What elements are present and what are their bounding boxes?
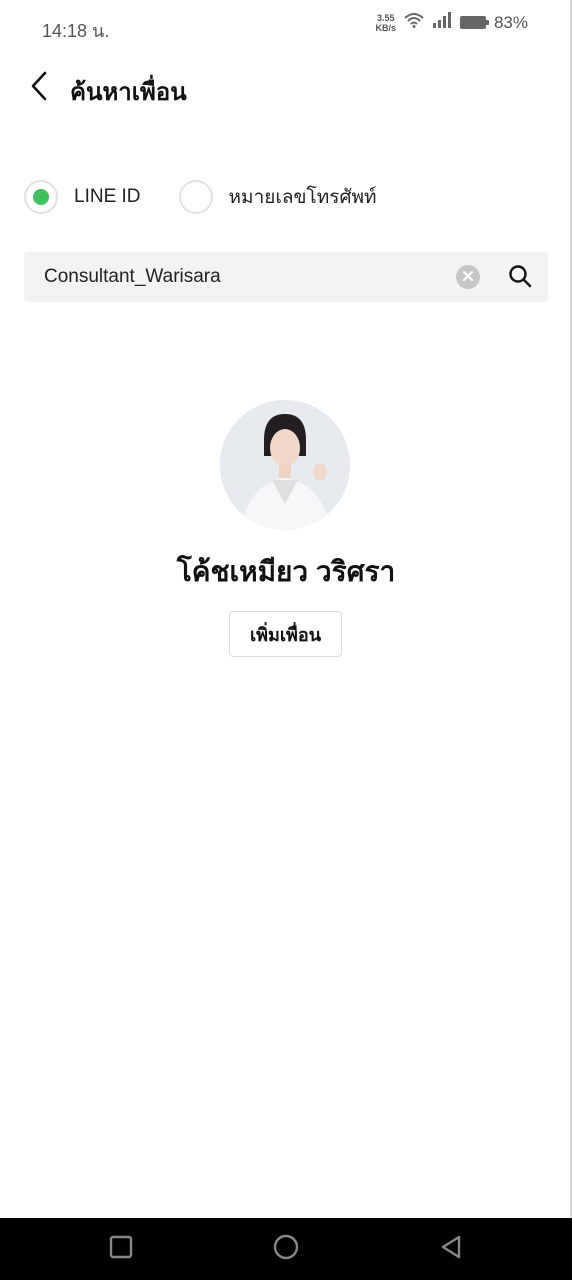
page-title: ค้นหาเพื่อน bbox=[70, 79, 187, 106]
recent-apps-icon bbox=[109, 1235, 133, 1264]
status-time: 14:18 น. bbox=[42, 21, 110, 41]
battery-percent: 83% bbox=[493, 12, 528, 32]
battery-icon bbox=[459, 16, 489, 29]
avatar bbox=[220, 400, 350, 530]
radio-option-phone-number[interactable]: หมายเลขโทรศัพท์ bbox=[178, 180, 377, 214]
app-header: ค้นหาเพื่อน bbox=[0, 62, 572, 114]
clear-button[interactable] bbox=[456, 265, 480, 289]
clear-icon bbox=[463, 268, 473, 286]
radio-label: LINE ID bbox=[74, 186, 141, 207]
signal-icon bbox=[432, 12, 452, 33]
nav-back-button[interactable] bbox=[434, 1232, 468, 1266]
status-bar: 14:18 น. 3.55 KB/s 83% bbox=[0, 0, 572, 50]
search-input[interactable] bbox=[44, 252, 444, 302]
chevron-left-icon bbox=[29, 71, 51, 106]
radio-option-line-id[interactable]: LINE ID bbox=[24, 180, 141, 214]
search-button[interactable] bbox=[506, 264, 534, 292]
add-friend-button[interactable]: เพิ่มเพื่อน bbox=[229, 611, 342, 657]
radio-label: หมายเลขโทรศัพท์ bbox=[228, 187, 377, 208]
status-indicators: 3.55 KB/s 83% bbox=[375, 12, 528, 33]
navigation-bar bbox=[0, 1218, 572, 1280]
network-speed: 3.55 KB/s bbox=[375, 12, 396, 33]
home-button[interactable] bbox=[269, 1232, 303, 1266]
profile-name: โค้ชเหมียว วริศรา bbox=[176, 556, 396, 587]
home-icon bbox=[273, 1234, 299, 1265]
radio-button-selected[interactable] bbox=[24, 180, 58, 214]
search-box bbox=[24, 252, 548, 302]
back-button[interactable] bbox=[22, 70, 58, 106]
radio-button[interactable] bbox=[178, 180, 213, 214]
back-icon bbox=[439, 1235, 463, 1264]
recent-apps-button[interactable] bbox=[104, 1232, 138, 1266]
wifi-icon bbox=[404, 12, 424, 33]
search-icon bbox=[508, 264, 532, 293]
search-type-selector: LINE ID หมายเลขโทรศัพท์ bbox=[24, 180, 377, 214]
